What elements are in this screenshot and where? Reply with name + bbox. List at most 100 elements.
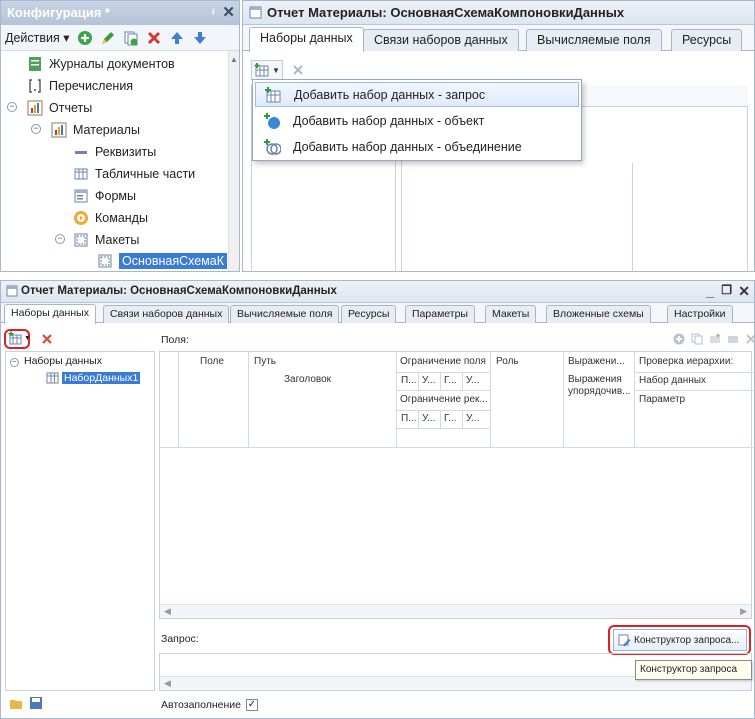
col-header-role[interactable]: Роль — [496, 356, 519, 367]
collapse-icon[interactable]: − — [55, 234, 65, 244]
collapse-icon[interactable]: − — [10, 358, 19, 367]
template-icon — [98, 254, 112, 267]
add-dataset-icon — [254, 63, 269, 77]
save-icon[interactable] — [29, 696, 43, 710]
tab-nested-schemas[interactable]: Вложенные схемы — [546, 305, 651, 323]
scroll-right-icon[interactable]: ▶ — [740, 606, 747, 617]
close-icon[interactable]: ✕ — [738, 283, 750, 300]
actions-menu-button[interactable]: Действия ▾ — [5, 30, 70, 45]
move-down-icon[interactable] — [192, 30, 208, 46]
tree-item-label: Макеты — [95, 232, 140, 247]
restriction-cell: У... — [466, 375, 480, 386]
grid-sub-line — [396, 372, 490, 373]
col-header-field[interactable]: Поле — [200, 356, 224, 367]
tab-dataset-links[interactable]: Связи наборов данных — [363, 29, 519, 51]
tab-calculated-fields[interactable]: Вычисляемые поля — [230, 305, 340, 323]
menu-item-add-query[interactable]: Добавить набор данных - запрос — [255, 82, 579, 107]
move-up-icon[interactable] — [169, 30, 185, 46]
tree-item-materials[interactable]: Материалы — [51, 119, 140, 140]
tree-item-forms[interactable]: Формы — [73, 185, 136, 206]
tab-resources[interactable]: Ресурсы — [671, 29, 743, 51]
grid-sub-line — [396, 390, 490, 391]
tab-label: Связи наборов данных — [374, 33, 508, 47]
col-header-dataset[interactable]: Набор данных — [639, 375, 706, 386]
tree-item-commands[interactable]: Команды — [73, 207, 148, 228]
delete-icon[interactable] — [291, 63, 305, 77]
tree-item-enumerations[interactable]: Перечисления — [27, 75, 133, 96]
tree-root-datasets[interactable]: Наборы данных — [24, 355, 102, 367]
add-folder-icon[interactable] — [709, 333, 721, 345]
collapse-icon[interactable]: − — [31, 124, 41, 134]
col-header-hierarchy-check[interactable]: Проверка иерархии: — [639, 356, 733, 367]
tab-parameters[interactable]: Параметры — [405, 305, 475, 323]
scroll-left-icon[interactable]: ◀ — [164, 606, 171, 617]
tree-item-label: НаборДанных1 — [62, 372, 141, 384]
col-header-parameter[interactable]: Параметр — [639, 394, 685, 405]
tab-datasets[interactable]: Наборы данных — [249, 27, 364, 52]
tree-item-tabular-sections[interactable]: Табличные части — [73, 163, 195, 184]
tab-calculated-fields[interactable]: Вычисляемые поля — [526, 29, 662, 51]
query-label: Запрос: — [161, 633, 199, 645]
tree-item-label: Журналы документов — [49, 56, 175, 71]
close-icon[interactable]: ✕ — [222, 3, 235, 21]
tab-datasets[interactable]: Наборы данных — [4, 304, 96, 324]
delete-icon[interactable] — [41, 333, 53, 345]
col-header-expression[interactable]: Выражени... — [568, 356, 625, 367]
delete-icon[interactable] — [745, 333, 755, 345]
tree-item-document-journals[interactable]: Журналы документов — [27, 53, 175, 74]
col-header-path[interactable]: Путь — [254, 356, 276, 367]
menu-item-add-object[interactable]: Добавить набор данных - объект — [255, 108, 579, 133]
col-header-field-restriction[interactable]: Ограничение поля — [400, 356, 486, 367]
folder-icon[interactable] — [727, 333, 739, 345]
tree-item-main-schema[interactable]: ОсновнаяСхемаК — [97, 250, 228, 271]
scroll-up-icon[interactable]: ▲ — [229, 55, 239, 64]
restore-icon[interactable]: ❐ — [721, 283, 732, 297]
menu-item-add-union[interactable]: Добавить набор данных - объединение — [255, 134, 579, 159]
vertical-scrollbar[interactable]: ▲ — [228, 51, 239, 271]
enumeration-icon — [29, 78, 41, 93]
delete-icon[interactable] — [146, 30, 162, 46]
col-header-order-expression[interactable]: Выражения упорядочив... — [568, 374, 632, 398]
pin-icon[interactable]: ᵻ — [212, 4, 215, 18]
copy-icon[interactable] — [691, 333, 703, 345]
copy-icon[interactable] — [123, 30, 139, 46]
tree-item-attributes[interactable]: Реквизиты — [73, 141, 156, 162]
col-header-attr-restriction[interactable]: Ограничение рек... — [400, 394, 488, 405]
tab-resources[interactable]: Ресурсы — [341, 305, 397, 323]
tree-item-label: Команды — [95, 210, 148, 225]
autofill-checkbox[interactable]: ✓ — [245, 699, 258, 711]
constructor-tooltip: Конструктор запроса — [635, 660, 752, 680]
restriction-cell: Г... — [444, 413, 457, 424]
tab-settings[interactable]: Настройки — [667, 305, 733, 323]
col-header-title[interactable]: Заголовок — [284, 374, 331, 385]
tab-templates[interactable]: Макеты — [485, 305, 537, 323]
collapse-icon[interactable]: − — [7, 102, 17, 112]
tree-item-templates[interactable]: Макеты — [73, 229, 139, 250]
tree-item-dataset1[interactable]: НаборДанных1 — [46, 372, 141, 384]
union-dataset-icon — [264, 138, 281, 155]
tree-item-label: Отчеты — [49, 100, 93, 115]
horizontal-scrollbar[interactable]: ◀ ▶ — [160, 604, 751, 618]
tree-item-reports[interactable]: Отчеты — [27, 97, 92, 118]
tab-label: Ресурсы — [348, 308, 390, 320]
actions-label: Действия — [5, 31, 60, 45]
query-constructor-button[interactable]: Конструктор запроса... — [613, 629, 747, 651]
grid-cell-line — [440, 410, 441, 428]
edit-icon[interactable] — [100, 30, 116, 46]
grid-col-line — [563, 352, 564, 447]
minimize-icon[interactable]: _ — [706, 283, 714, 299]
chevron-down-icon: ▼ — [272, 65, 280, 75]
datasets-tree: − Наборы данных НаборДанных1 — [5, 351, 155, 691]
autofill-label: Автозаполнение — [161, 699, 241, 711]
query-wizard-icon — [618, 634, 631, 646]
tab-dataset-links[interactable]: Связи наборов данных — [103, 305, 230, 323]
report-icon — [27, 100, 43, 115]
add-dataset-dropdown-button[interactable]: ▼ — [8, 331, 31, 345]
add-dataset-dropdown-button[interactable]: ▼ — [251, 60, 283, 80]
scroll-left-icon[interactable]: ◀ — [164, 678, 171, 689]
configuration-panel: Конфигурация * ᵻ ✕ Действия ▾ Журналы до… — [0, 0, 240, 272]
folder-open-icon[interactable] — [9, 696, 23, 710]
document-journal-icon — [29, 56, 41, 71]
add-icon[interactable] — [673, 333, 685, 345]
add-icon[interactable] — [77, 30, 93, 46]
